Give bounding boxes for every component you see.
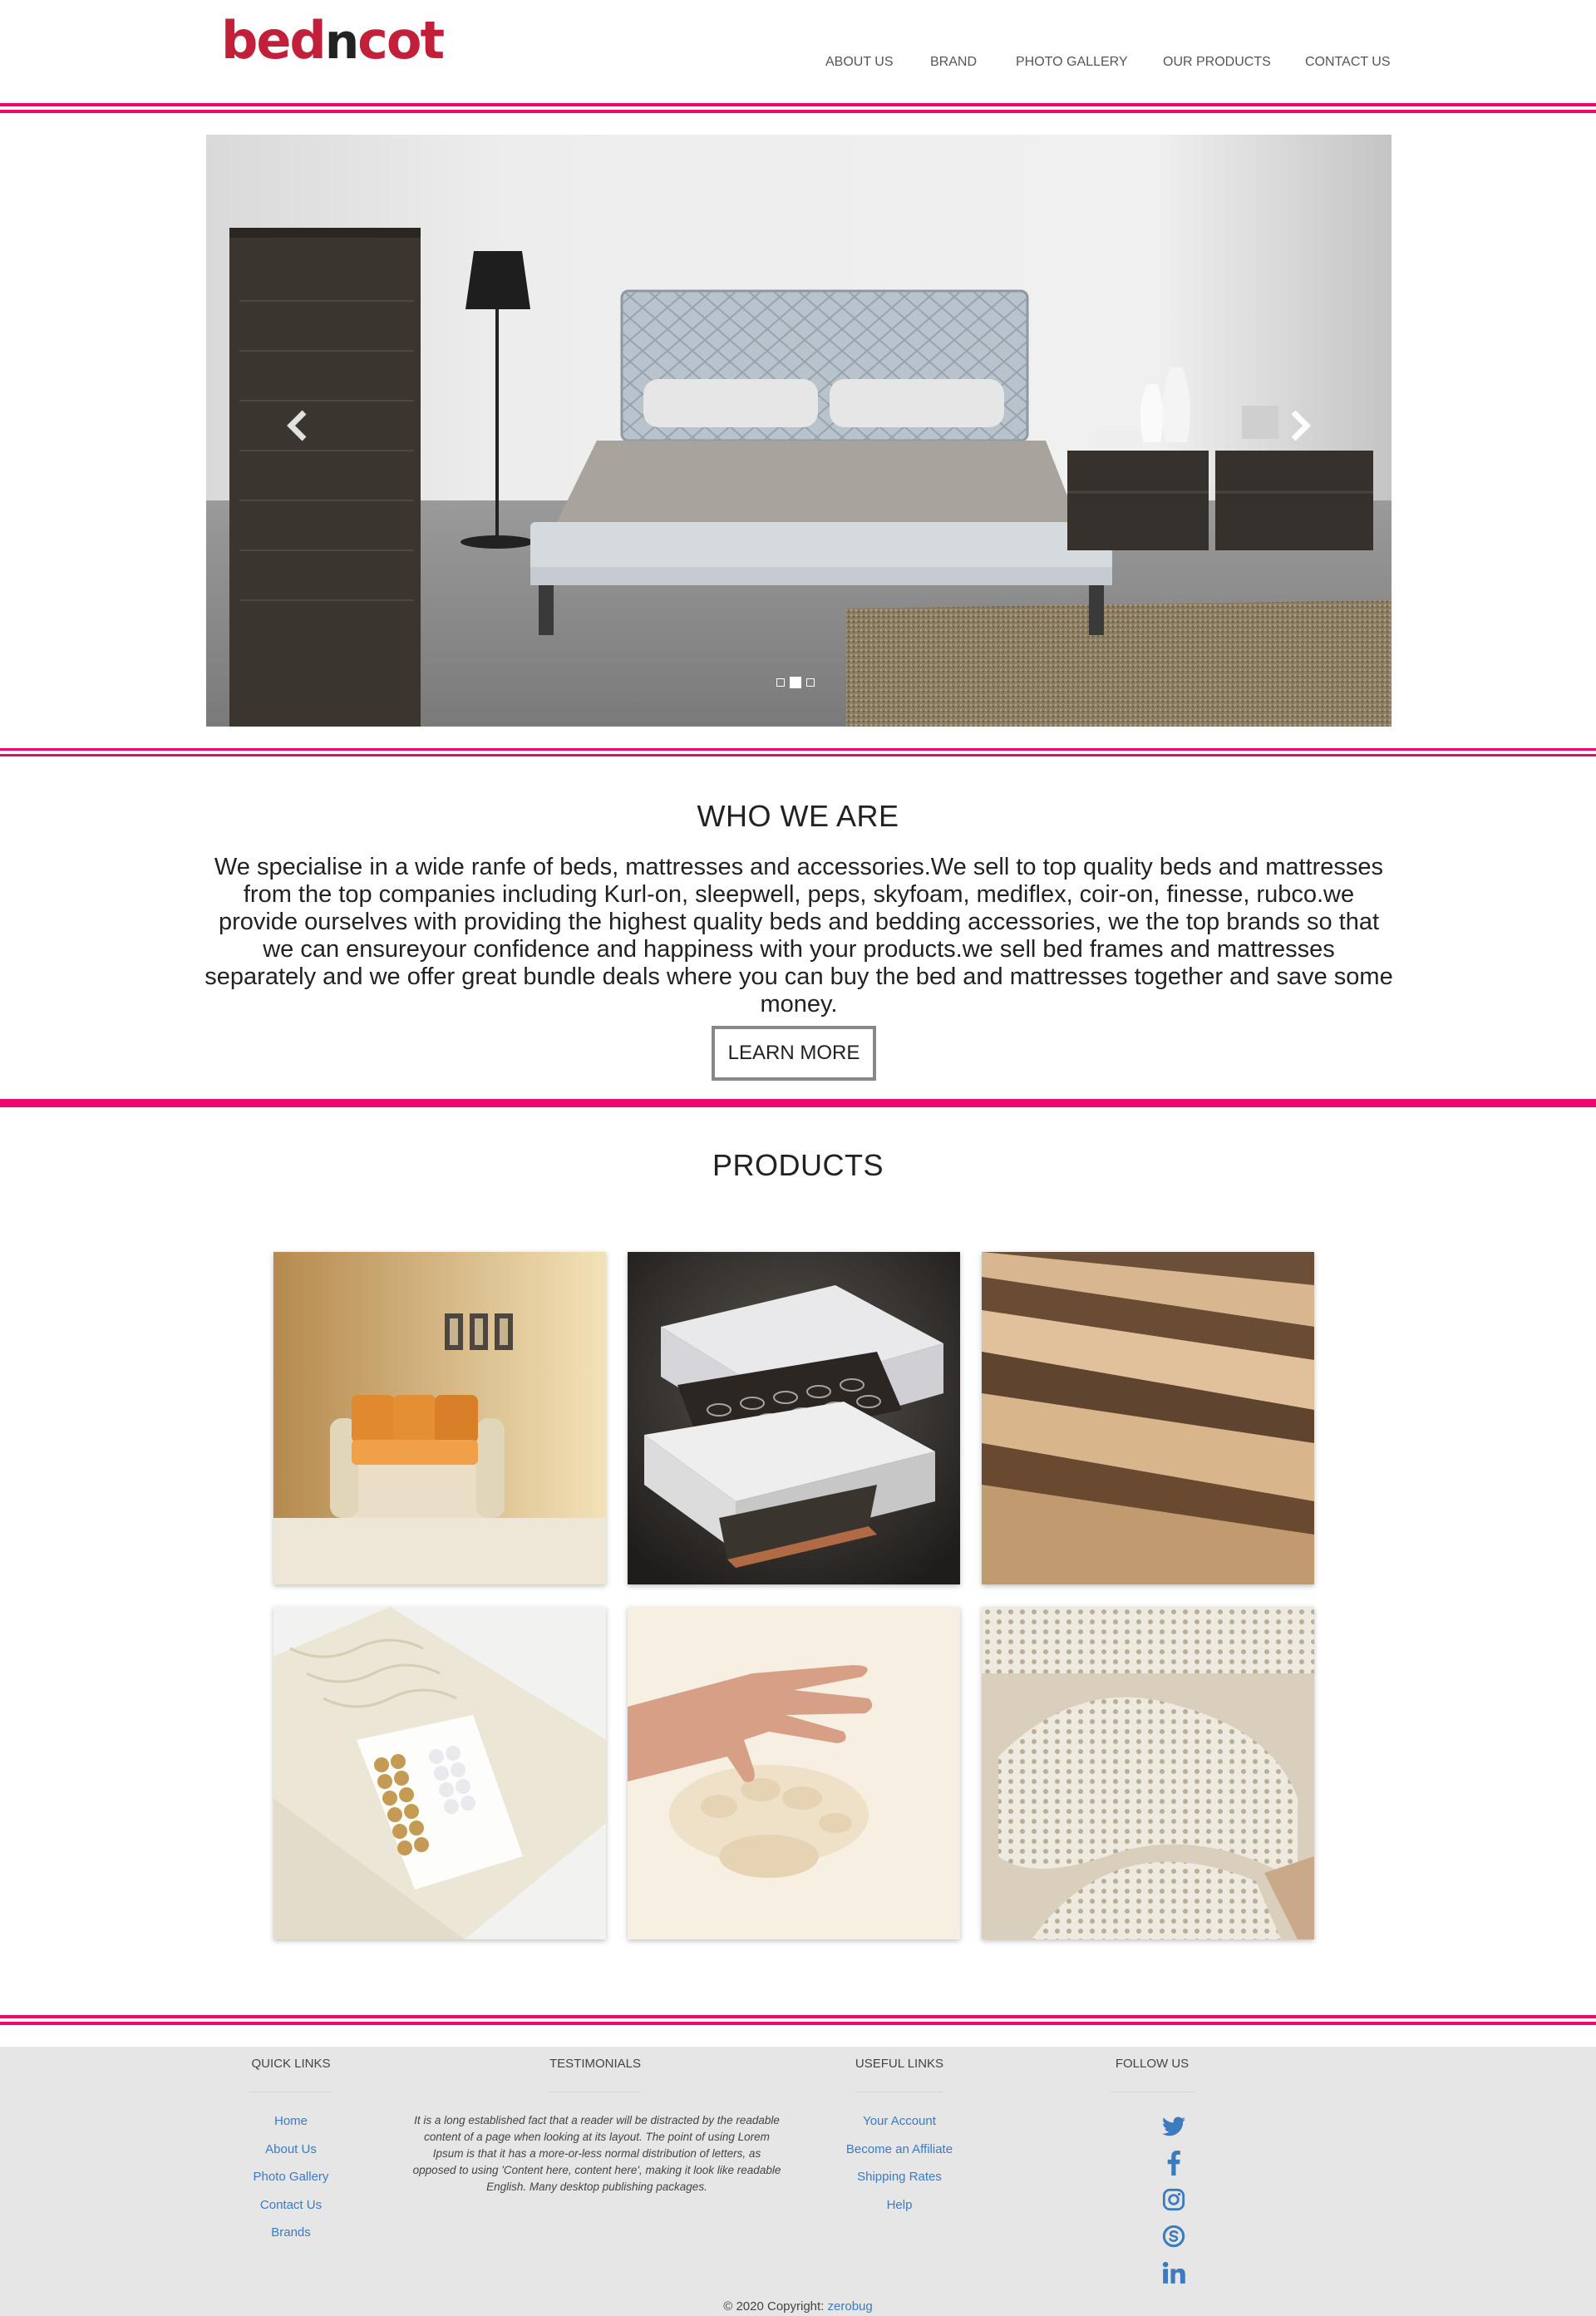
slider-indicator-3[interactable]	[806, 678, 815, 687]
divider-products	[0, 2015, 1596, 2025]
footer-link-your-account[interactable]: Your Account	[816, 2114, 983, 2128]
quick-links-title: QUICK LINKS	[251, 2057, 331, 2071]
latex-foam-image	[982, 1607, 1314, 1939]
twitter-icon	[1162, 2116, 1185, 2136]
footer-link-photo-gallery[interactable]: Photo Gallery	[208, 2170, 374, 2184]
facebook-link[interactable]	[1157, 2148, 1190, 2178]
copyright: © 2020 Copyright: zerobug	[0, 2299, 1596, 2314]
learn-more-button[interactable]: LEARN MORE	[712, 1026, 876, 1081]
slider-indicators	[776, 677, 815, 688]
facebook-icon	[1167, 2151, 1180, 2176]
bedroom-slide-image	[206, 135, 1392, 727]
site-header: bedncot ABOUT US BRAND PHOTO GALLERY OUR…	[0, 0, 1596, 103]
footer-link-brands[interactable]: Brands	[208, 2225, 374, 2240]
about-title: WHO WE ARE	[697, 799, 899, 833]
divider-header	[0, 103, 1596, 113]
slider-next-arrow[interactable]	[1288, 409, 1312, 451]
nav-brand[interactable]: BRAND	[930, 55, 977, 70]
instagram-link[interactable]	[1157, 2185, 1190, 2215]
skype-link[interactable]	[1157, 2221, 1190, 2251]
product-coir-layers[interactable]	[982, 1252, 1314, 1584]
slider-indicator-1[interactable]	[776, 678, 785, 687]
footer-link-contact-us[interactable]: Contact Us	[208, 2198, 374, 2212]
testimonial-text: It is a long established fact that a rea…	[412, 2114, 781, 2193]
footer-link-about-us[interactable]: About Us	[208, 2142, 374, 2156]
coir-layers-image	[982, 1252, 1314, 1584]
footer-link-become-affiliate[interactable]: Become an Affiliate	[816, 2142, 983, 2156]
linkedin-link[interactable]	[1157, 2258, 1190, 2288]
products-title: PRODUCTS	[712, 1148, 884, 1182]
slider-prev-arrow[interactable]	[286, 409, 309, 451]
linkedin-icon	[1162, 2261, 1185, 2284]
footer-link-help[interactable]: Help	[816, 2198, 983, 2212]
nav-photo-gallery[interactable]: PHOTO GALLERY	[1016, 55, 1128, 70]
instagram-icon	[1162, 2188, 1185, 2211]
product-sofa[interactable]	[273, 1252, 606, 1584]
copyright-text: © 2020 Copyright:	[723, 2299, 825, 2314]
sofa-image	[273, 1252, 606, 1584]
product-memory-foam[interactable]	[628, 1607, 960, 1939]
divider-slider	[0, 748, 1596, 756]
about-text: We specialise in a wide ranfe of beds, m…	[204, 854, 1393, 1018]
testimonials-title: TESTIMONIALS	[549, 2057, 642, 2071]
nav-contact-us[interactable]: CONTACT US	[1305, 55, 1391, 70]
product-pocket-spring-mattress[interactable]	[273, 1607, 606, 1939]
footer-link-home[interactable]: Home	[208, 2114, 374, 2128]
chevron-left-icon	[287, 410, 307, 441]
chevron-right-icon	[1291, 410, 1311, 441]
memory-foam-hand-image	[628, 1607, 960, 1939]
nav-our-products[interactable]: OUR PRODUCTS	[1163, 55, 1271, 70]
nav-about-us[interactable]: ABOUT US	[825, 55, 894, 70]
follow-us-title: FOLLOW US	[1115, 2057, 1190, 2071]
useful-links-title: USEFUL LINKS	[855, 2057, 944, 2071]
pocket-spring-mattress-image	[273, 1607, 606, 1939]
hero-slider[interactable]	[206, 135, 1392, 727]
copyright-link[interactable]: zerobug	[828, 2299, 873, 2314]
skype-icon	[1162, 2225, 1185, 2248]
spring-mattress-image	[628, 1252, 960, 1584]
footer-link-shipping-rates[interactable]: Shipping Rates	[816, 2170, 983, 2184]
main-nav: ABOUT US BRAND PHOTO GALLERY OUR PRODUCT…	[0, 55, 1596, 71]
slider-indicator-2[interactable]	[790, 677, 801, 688]
product-spring-mattress[interactable]	[628, 1252, 960, 1584]
divider-about	[0, 1099, 1596, 1107]
twitter-link[interactable]	[1157, 2112, 1190, 2141]
product-latex-foam[interactable]	[982, 1607, 1314, 1939]
